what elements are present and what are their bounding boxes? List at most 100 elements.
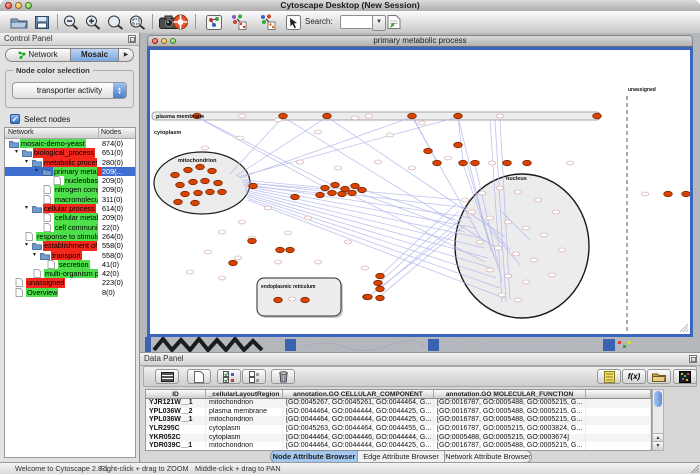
table-cell[interactable] <box>586 408 651 417</box>
node-highlighted[interactable] <box>229 260 238 265</box>
tree-row[interactable]: nitrogen compo209(0) <box>5 185 135 194</box>
tree-row[interactable]: unassigned223(0) <box>5 278 135 287</box>
table-column-header[interactable]: ID <box>146 390 206 399</box>
annotations-icon[interactable] <box>283 13 303 31</box>
node-highlighted[interactable] <box>171 172 180 177</box>
zoom-fit-icon[interactable] <box>105 13 125 31</box>
table-cell[interactable] <box>586 416 651 425</box>
table-cell[interactable]: YJR121W__1 <box>146 399 206 408</box>
node-highlighted[interactable] <box>274 297 283 302</box>
node-highlighted[interactable] <box>279 113 288 118</box>
tree-row[interactable]: response to stimulu264(0) <box>5 232 135 241</box>
node-highlighted[interactable] <box>376 273 385 278</box>
zoom-in-icon[interactable] <box>83 13 103 31</box>
search-input[interactable] <box>340 15 374 29</box>
table-cell[interactable]: YPL036W__1 <box>146 416 206 425</box>
table-cell[interactable]: [GO:0016787, GO:0005488, GO:0005215, G..… <box>434 416 586 425</box>
disclosure-triangle-icon[interactable]: ▾ <box>25 241 32 250</box>
tree-row[interactable]: mosaic-demo-yeast874(0) <box>5 139 135 148</box>
tree-row[interactable]: ▾biological_process651(0) <box>5 148 135 157</box>
node-highlighted[interactable] <box>338 191 347 196</box>
node-highlighted[interactable] <box>218 189 227 194</box>
disclosure-triangle-icon[interactable]: ▾ <box>25 158 32 167</box>
float-panel-icon[interactable] <box>128 35 136 43</box>
open-session-icon[interactable] <box>8 13 30 31</box>
tree-row[interactable]: Overview8(0) <box>5 288 135 297</box>
select-nodes-checkbox[interactable]: ✓ <box>10 114 20 124</box>
import-table-icon[interactable] <box>385 13 403 31</box>
close-button[interactable] <box>5 2 12 9</box>
table-cell[interactable]: YPL036W__2 <box>146 408 206 417</box>
tree-row[interactable]: multi-organism pro42(0) <box>5 269 135 278</box>
table-cell[interactable]: [GO:0045263, GO:0044464, GO:0044455, G..… <box>283 425 434 434</box>
attribute-list-icon[interactable] <box>597 369 621 384</box>
zoom-selected-icon[interactable] <box>127 13 147 31</box>
table-row[interactable]: YKR052Ccytoplasm[GO:0044464, GO:0044446,… <box>146 434 651 443</box>
table-cell[interactable]: mitochondrion <box>206 442 283 451</box>
tree-row[interactable]: cell communicat22(0) <box>5 223 135 232</box>
node-highlighted[interactable] <box>374 280 383 285</box>
import-attributes-icon[interactable] <box>647 369 671 384</box>
node-highlighted[interactable] <box>208 168 217 173</box>
create-network-icon[interactable] <box>204 13 224 31</box>
network-zoom-button[interactable] <box>170 38 176 44</box>
network-minimize-button[interactable] <box>161 38 167 44</box>
zoom-button[interactable] <box>25 2 32 9</box>
table-cell[interactable]: [GO:0044464, GO:0044444, GO:0044425, G..… <box>283 416 434 425</box>
table-cell[interactable]: cytoplasm <box>206 434 283 443</box>
minimize-button[interactable] <box>15 2 22 9</box>
node-highlighted[interactable] <box>214 180 223 185</box>
new-attribute-icon[interactable] <box>187 369 211 384</box>
node-highlighted[interactable] <box>593 113 602 118</box>
formula-builder-icon[interactable]: f(x) <box>622 369 646 384</box>
disclosure-triangle-icon[interactable]: ▾ <box>15 148 22 157</box>
tree-col-network[interactable]: Network <box>5 128 98 138</box>
node-highlighted[interactable] <box>433 160 442 165</box>
node-highlighted[interactable] <box>459 160 468 165</box>
tree-row[interactable]: ▾establishment of lo558(0) <box>5 241 135 250</box>
table-cell[interactable]: [GO:0044464, GO:0044444, GO:0044425, G..… <box>283 408 434 417</box>
node-highlighted[interactable] <box>358 187 367 192</box>
tab-edge-attribute-browser[interactable]: Edge Attribute Browser <box>358 451 445 462</box>
table-cell[interactable]: [GO:0044464, GO:0044446, GO:0044444, G..… <box>283 434 434 443</box>
table-column-header[interactable]: annotation.GO CELLULAR_COMPONENT <box>283 390 434 399</box>
tree-row[interactable]: secretion41(0) <box>5 260 135 269</box>
node-highlighted[interactable] <box>321 185 330 190</box>
table-cell[interactable]: [GO:0005488, GO:0005215, GO:0003674] <box>434 434 586 443</box>
table-cell[interactable]: mitochondrion <box>206 416 283 425</box>
tab-mosaic[interactable]: Mosaic <box>71 48 119 62</box>
node-highlighted[interactable] <box>174 199 183 204</box>
node-highlighted[interactable] <box>351 183 360 188</box>
node-highlighted[interactable] <box>301 297 310 302</box>
node-highlighted[interactable] <box>471 160 480 165</box>
tree-row[interactable]: ▾transport558(0) <box>5 251 135 260</box>
node-highlighted[interactable] <box>341 186 350 191</box>
table-cell[interactable]: [GO:0016787, GO:0005488, GO:0005215, G..… <box>434 399 586 408</box>
table-cell[interactable] <box>586 425 651 434</box>
tree-row[interactable]: cellular metabo209(0) <box>5 213 135 222</box>
unselect-attributes-icon[interactable] <box>242 369 266 384</box>
table-row[interactable]: YJR121W__1mitochondrion[GO:0045267, GO:0… <box>146 399 651 408</box>
more-tabs-button[interactable]: ▶ <box>119 48 134 62</box>
node-highlighted[interactable] <box>364 294 373 299</box>
table-row[interactable]: YPL036W__2plasma membrane[GO:0044464, GO… <box>146 408 651 417</box>
attribute-batch-icon[interactable] <box>673 369 697 384</box>
table-cell[interactable]: plasma membrane <box>206 408 283 417</box>
node-highlighted[interactable] <box>408 113 417 118</box>
network-close-button[interactable] <box>152 38 158 44</box>
table-cell[interactable]: YKR052C <box>146 434 206 443</box>
layout-a-icon[interactable] <box>228 13 248 31</box>
table-cell[interactable]: YLR295C <box>146 425 206 434</box>
table-row[interactable]: YPL036W__1mitochondrion[GO:0044464, GO:0… <box>146 416 651 425</box>
network-window[interactable]: primary metabolic process plasma membran… <box>147 35 693 337</box>
node-highlighted[interactable] <box>286 247 295 252</box>
table-cell[interactable]: [GO:0045267, GO:0045261, GO:0044464, G..… <box>283 399 434 408</box>
node-highlighted[interactable] <box>201 178 210 183</box>
node-highlighted[interactable] <box>189 179 198 184</box>
disclosure-triangle-icon[interactable]: ▾ <box>35 167 42 176</box>
node-highlighted[interactable] <box>184 167 193 172</box>
disclosure-triangle-icon[interactable]: ▾ <box>33 251 40 260</box>
tab-node-attribute-browser[interactable]: Node Attribute Browser <box>271 451 358 462</box>
node-highlighted[interactable] <box>316 192 325 197</box>
tree-row[interactable]: ▾cellular process614(0) <box>5 204 135 213</box>
